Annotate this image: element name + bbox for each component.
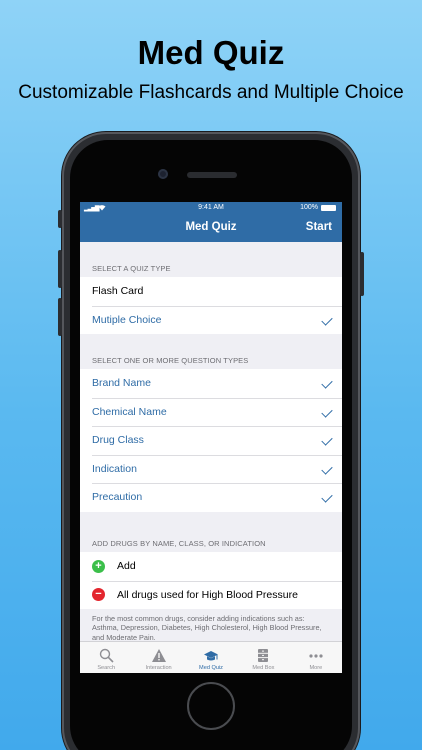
checkmark-icon: [321, 434, 333, 446]
tab-med-quiz[interactable]: Med Quiz: [185, 642, 237, 673]
start-button[interactable]: Start: [306, 221, 332, 233]
remove-circle-icon[interactable]: −: [92, 588, 105, 602]
question-type-drug-class[interactable]: Drug Class: [80, 426, 342, 455]
drug-item-row[interactable]: − All drugs used for High Blood Pressure: [80, 580, 342, 610]
navigation-bar: ▂▃▅▇ 9:41 AM 100% Med Quiz Start: [80, 202, 342, 242]
question-type-brand-name[interactable]: Brand Name: [80, 369, 342, 398]
battery-percent: 100%: [300, 204, 318, 211]
add-drug-row[interactable]: + Add: [80, 552, 342, 581]
question-type-label: Indication: [92, 462, 137, 475]
tab-med-box[interactable]: Med Box: [237, 642, 289, 673]
cabinet-icon: [258, 649, 269, 662]
question-type-precaution[interactable]: Precaution: [80, 483, 342, 512]
promo-title: Med Quiz: [137, 34, 285, 71]
power-button: [360, 252, 364, 296]
status-bar: ▂▃▅▇ 9:41 AM 100%: [80, 204, 342, 214]
nav-title: Med Quiz: [185, 221, 237, 233]
earpiece-speaker: [187, 172, 237, 178]
add-drugs-footnote: For the most common drugs, consider addi…: [92, 614, 322, 642]
question-type-label: Drug Class: [92, 434, 144, 447]
promo-subtitle: Customizable Flashcards and Multiple Cho…: [18, 82, 404, 103]
question-type-indication[interactable]: Indication: [80, 454, 342, 484]
quiz-type-header: SELECT A QUIZ TYPE: [92, 264, 171, 273]
tab-label: Search: [97, 665, 116, 671]
question-types-header: SELECT ONE OR MORE QUESTION TYPES: [92, 356, 249, 365]
add-label: Add: [117, 560, 136, 573]
quiz-type-flash-card[interactable]: Flash Card: [80, 277, 342, 306]
question-type-chemical-name[interactable]: Chemical Name: [80, 397, 342, 427]
volume-up-button: [58, 250, 62, 288]
question-types-group: Brand Name Chemical Name Drug Class Indi…: [80, 369, 342, 512]
phone-frame: ▂▃▅▇ 9:41 AM 100% Med Quiz Start SELECT …: [58, 132, 364, 750]
quiz-type-label: Flash Card: [92, 285, 144, 298]
tab-search[interactable]: Search: [80, 642, 132, 673]
checkmark-icon: [321, 313, 333, 326]
front-camera: [158, 169, 168, 179]
checkmark-icon: [321, 405, 333, 418]
more-icon: [309, 654, 323, 658]
volume-down-button: [58, 298, 62, 336]
checkmark-icon: [321, 377, 333, 389]
tab-label: Med Quiz: [199, 665, 223, 671]
checkmark-icon: [321, 491, 333, 503]
add-drugs-group: + Add − All drugs used for High Blood Pr…: [80, 552, 342, 609]
search-icon: [99, 648, 114, 663]
quiz-type-multiple-choice[interactable]: Mutiple Choice: [80, 305, 342, 335]
question-type-label: Chemical Name: [92, 405, 167, 418]
quiz-type-label: Mutiple Choice: [92, 313, 162, 326]
drug-item-label: All drugs used for High Blood Pressure: [117, 588, 298, 601]
warning-icon: [151, 649, 166, 662]
add-circle-icon[interactable]: +: [92, 559, 105, 573]
battery-icon: [321, 205, 336, 211]
question-type-label: Brand Name: [92, 377, 151, 390]
quiz-type-group: Flash Card Mutiple Choice: [80, 277, 342, 334]
question-type-label: Precaution: [92, 491, 143, 504]
tab-bar: Search Interaction Med Quiz Med Box More: [80, 641, 342, 673]
tab-interaction[interactable]: Interaction: [132, 642, 184, 673]
tab-label: Med Box: [252, 665, 275, 671]
checkmark-icon: [321, 462, 333, 475]
app-screen: ▂▃▅▇ 9:41 AM 100% Med Quiz Start SELECT …: [80, 202, 342, 673]
add-drugs-header: ADD DRUGS BY NAME, CLASS, OR INDICATION: [92, 539, 266, 548]
tab-label: Interaction: [145, 665, 172, 671]
graduation-cap-icon: [204, 651, 219, 661]
mute-switch: [58, 210, 62, 228]
tab-more[interactable]: More: [290, 642, 342, 673]
home-button[interactable]: [187, 682, 235, 730]
tab-label: More: [309, 665, 323, 671]
